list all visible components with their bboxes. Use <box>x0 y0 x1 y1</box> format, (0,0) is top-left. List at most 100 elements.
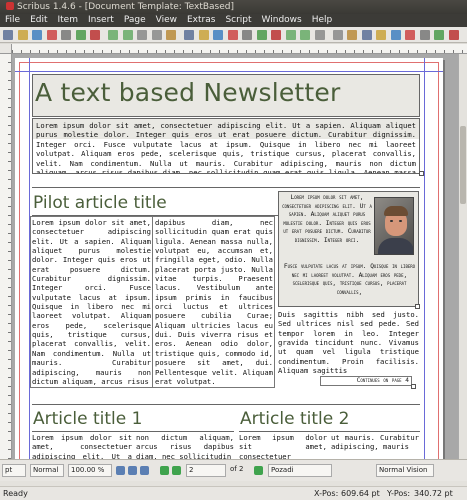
section-rule <box>32 404 420 405</box>
view-mode-select[interactable]: Normal <box>30 464 64 477</box>
continues-label[interactable]: Continues on page 4 <box>320 376 412 386</box>
intro-text-frame[interactable]: Lorem ipsum dolor sit amet, consectetuer… <box>32 118 420 174</box>
sidebar-frame[interactable]: Lorem ipsum dolor sit amet, consectetuer… <box>278 191 419 307</box>
first-page-icon[interactable] <box>160 466 169 475</box>
eyedropper-icon[interactable] <box>405 30 415 40</box>
sidebar-text-bottom: Fusce vulputate lacus at ipsum. Quisque … <box>283 263 416 296</box>
undo-icon[interactable] <box>108 30 118 40</box>
article-1-title-frame[interactable]: Article title 1 <box>32 407 232 431</box>
bezier-icon[interactable] <box>271 30 281 40</box>
line-icon[interactable] <box>256 30 267 40</box>
main-toolbar <box>0 27 467 43</box>
vision-select[interactable]: Normal Vision <box>376 464 434 477</box>
zoom-field[interactable]: 100.00 % <box>68 464 112 477</box>
vertical-scrollbar[interactable] <box>458 54 467 459</box>
frame-handle[interactable] <box>415 304 420 309</box>
article-2-title: Article title 2 <box>240 409 350 429</box>
preflight-icon[interactable] <box>75 30 86 40</box>
frame-handle[interactable] <box>419 171 424 176</box>
frame-handle[interactable] <box>411 384 416 389</box>
copy-icon[interactable] <box>151 30 162 40</box>
rotate-icon[interactable] <box>300 30 310 40</box>
close-icon[interactable] <box>46 30 57 40</box>
text-frame-icon[interactable] <box>198 30 209 40</box>
cut-icon[interactable] <box>137 30 147 40</box>
status-text: Ready <box>3 489 28 498</box>
unlink-frames-icon[interactable] <box>361 30 372 40</box>
menubar: File Edit Item Insert Page View Extras Script Wi… <box>0 14 467 27</box>
freehand-icon[interactable] <box>285 30 296 40</box>
horizontal-ruler[interactable] <box>12 44 467 54</box>
margin-guide-right <box>424 58 425 459</box>
pdf-text-field-icon[interactable] <box>448 30 459 40</box>
shape-icon[interactable] <box>227 30 238 40</box>
unit-select[interactable]: pt <box>2 464 26 477</box>
document-page[interactable]: A text based Newsletter Lorem ipsum dolo… <box>15 58 443 459</box>
scrollbar-thumb[interactable] <box>460 126 466 204</box>
sidebar-text-top: Lorem ipsum dolor sit amet, consectetuer… <box>282 194 372 244</box>
section-rule <box>32 187 420 188</box>
polygon-icon[interactable] <box>242 30 252 40</box>
zoom-100-icon[interactable] <box>128 466 137 475</box>
margin-guide-left <box>29 58 30 459</box>
page-number-field[interactable]: 2 <box>186 464 226 477</box>
xpos-label: X-Pos: <box>314 489 339 498</box>
menu-script[interactable]: Script <box>220 14 256 27</box>
title-underline <box>32 215 278 216</box>
window-titlebar: Scribus 1.4.6 - [Document Template: Text… <box>0 0 467 14</box>
menu-file[interactable]: File <box>0 14 25 27</box>
link-frames-icon[interactable] <box>347 30 357 40</box>
menu-help[interactable]: Help <box>307 14 338 27</box>
article-1-title: Article title 1 <box>33 409 143 429</box>
article-1-column-1[interactable]: Lorem ipsum dolor sit amet, consectetuer… <box>32 433 132 459</box>
redo-icon[interactable] <box>122 30 133 40</box>
image-frame-icon[interactable] <box>213 30 223 40</box>
ypos-label: Y-Pos: <box>387 489 411 498</box>
copy-properties-icon[interactable] <box>390 30 401 40</box>
vertical-ruler[interactable] <box>0 54 12 459</box>
export-pdf-icon[interactable] <box>90 30 100 40</box>
previous-page-icon[interactable] <box>172 466 181 475</box>
masthead-frame[interactable]: A text based Newsletter <box>32 74 420 117</box>
masthead-title: A text based Newsletter <box>35 78 341 107</box>
xpos-value: 609.64 pt <box>341 489 380 498</box>
print-icon[interactable] <box>61 30 71 40</box>
pilot-column-1[interactable]: Lorem ipsum dolor sit amet, consectetuer… <box>32 218 151 386</box>
author-photo[interactable] <box>374 197 414 255</box>
table-icon[interactable] <box>419 30 430 40</box>
document-canvas[interactable]: A text based Newsletter Lorem ipsum dolo… <box>12 54 467 459</box>
scribus-app-icon <box>6 2 14 10</box>
pilot-column-2[interactable]: dapibus diam, nec sollicitudin quam erat… <box>155 218 273 386</box>
zoom-in-icon[interactable] <box>140 466 149 475</box>
menu-view[interactable]: View <box>151 14 182 27</box>
menu-extras[interactable]: Extras <box>182 14 220 27</box>
measure-icon[interactable] <box>376 30 386 40</box>
pilot-article-title: Pilot article title <box>33 193 167 213</box>
zoom-out-icon[interactable] <box>116 466 125 475</box>
save-icon[interactable] <box>32 30 42 40</box>
menu-insert[interactable]: Insert <box>83 14 119 27</box>
article-2-column-2[interactable]: ut mauris. Curabitur adipiscing, mauris <box>331 433 419 459</box>
select-icon[interactable] <box>184 30 194 40</box>
ruler-corner[interactable] <box>0 44 12 54</box>
article-2-column-1[interactable]: Lorem ipsum dolor sit amet, consectetuer… <box>239 433 327 459</box>
next-page-icon[interactable] <box>254 466 263 475</box>
article-1-column-2[interactable]: non dictum aliquam, arcus risus dapibus … <box>136 433 234 459</box>
pilot-title-frame[interactable]: Pilot article title <box>32 190 278 216</box>
article-2-title-frame[interactable]: Article title 2 <box>239 407 419 431</box>
new-document-icon[interactable] <box>3 30 13 40</box>
layer-select[interactable]: Pozadi <box>268 464 332 477</box>
menu-edit[interactable]: Edit <box>25 14 52 27</box>
status-bar: Ready X-Pos: 609.64 pt Y-Pos: 340.72 pt <box>0 486 467 500</box>
title-underline <box>239 431 420 432</box>
navigation-bar: pt Normal 100.00 % 2 of 2 Pozadi Normal … <box>0 459 467 481</box>
open-icon[interactable] <box>17 30 28 40</box>
edit-text-icon[interactable] <box>332 30 343 40</box>
zoom-icon[interactable] <box>314 30 325 40</box>
paste-icon[interactable] <box>166 30 176 40</box>
menu-item[interactable]: Item <box>53 14 84 27</box>
page-count: of 2 <box>230 465 244 473</box>
menu-windows[interactable]: Windows <box>257 14 307 27</box>
pdf-push-button-icon[interactable] <box>434 30 444 40</box>
menu-page[interactable]: Page <box>119 14 151 27</box>
